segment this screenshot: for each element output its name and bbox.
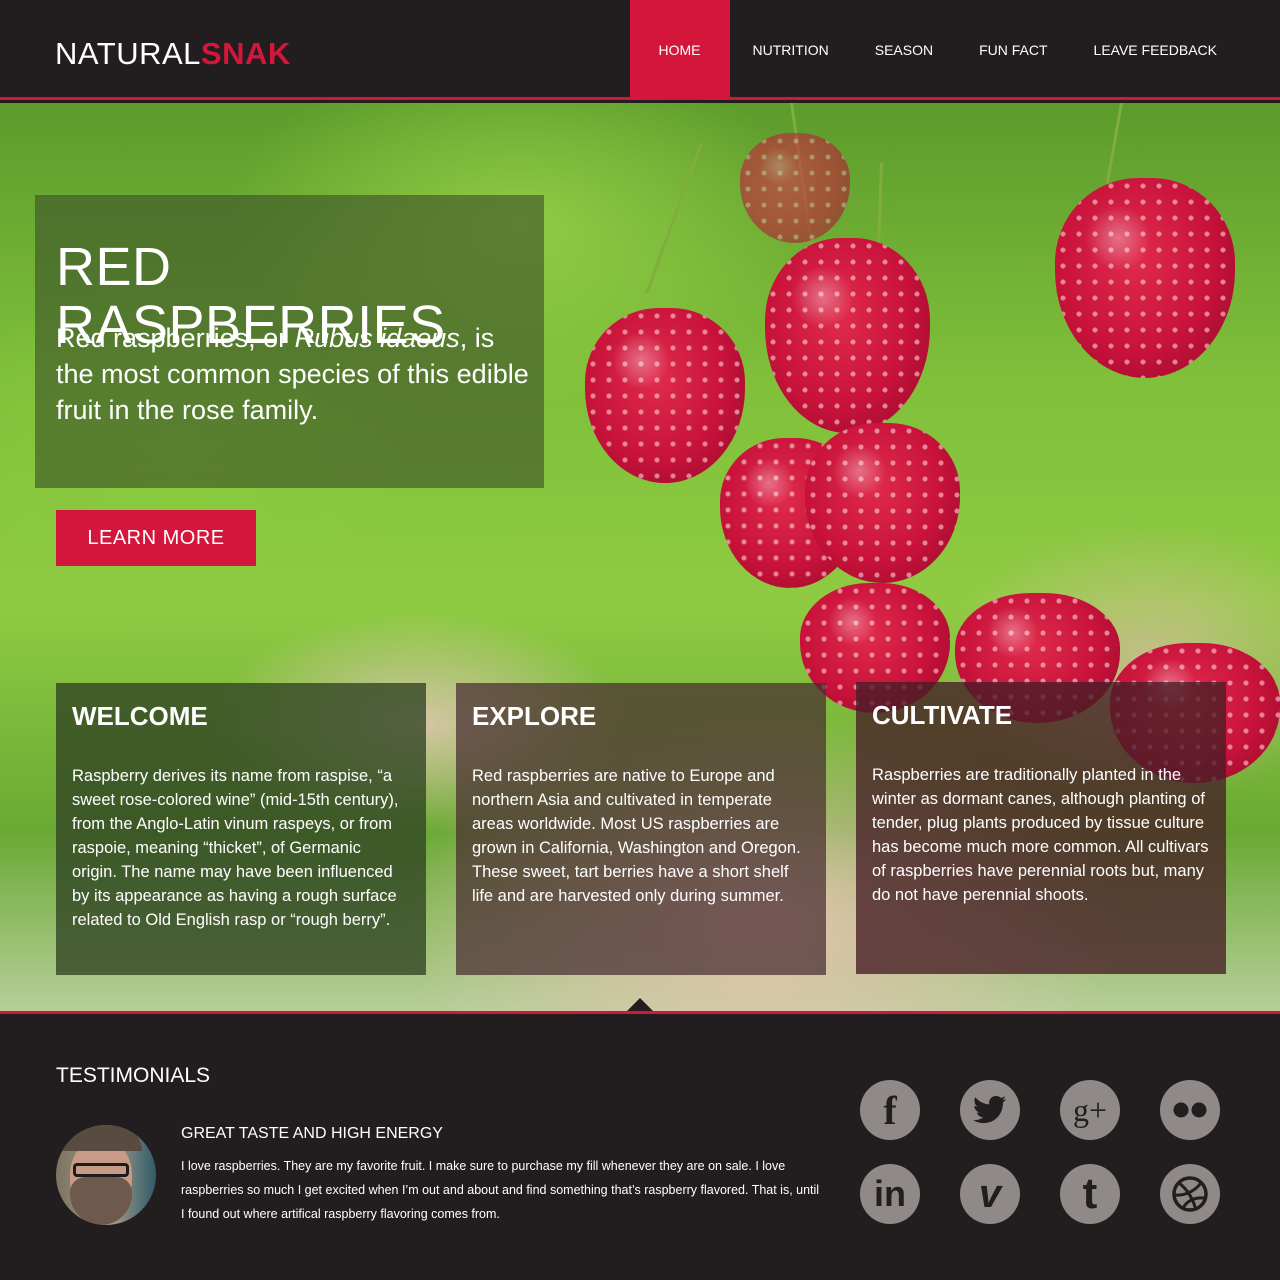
main-nav: HOME NUTRITION SEASON FUN FACT LEAVE FEE… bbox=[629, 0, 1240, 100]
hero-description-latin-name: Rubus idaeus bbox=[294, 323, 460, 353]
hero-text-panel: RED RASPBERRIES Red raspberries, or Rubu… bbox=[35, 195, 544, 488]
cultivate-card: CULTIVATE Raspberries are traditionally … bbox=[856, 682, 1226, 974]
raspberry-image bbox=[765, 238, 930, 433]
section-pointer bbox=[626, 998, 654, 1012]
site-header: NATURALSNAK HOME NUTRITION SEASON FUN FA… bbox=[0, 0, 1280, 100]
berry-stem bbox=[1104, 103, 1123, 192]
explore-card-text: Red raspberries are native to Europe and… bbox=[472, 767, 801, 905]
avatar bbox=[56, 1125, 156, 1225]
vimeo-icon[interactable]: v bbox=[960, 1164, 1020, 1224]
testimonials-heading: TESTIMONIALS bbox=[56, 1064, 211, 1087]
nav-season[interactable]: SEASON bbox=[852, 0, 956, 100]
testimonial-text: I love raspberries. They are my favorite… bbox=[181, 1159, 820, 1221]
raspberry-image bbox=[1055, 178, 1235, 378]
nav-leave-feedback[interactable]: LEAVE FEEDBACK bbox=[1071, 0, 1240, 100]
google-plus-icon[interactable]: g+ bbox=[1060, 1080, 1120, 1140]
nav-nutrition[interactable]: NUTRITION bbox=[730, 0, 852, 100]
learn-more-button[interactable]: LEARN MORE bbox=[56, 510, 256, 566]
facebook-icon[interactable]: f bbox=[860, 1080, 920, 1140]
linkedin-icon[interactable]: in bbox=[860, 1164, 920, 1224]
raspberry-image bbox=[585, 308, 745, 483]
raspberry-image bbox=[805, 423, 960, 583]
testimonial-title: GREAT TASTE AND HIGH ENERGY bbox=[181, 1125, 443, 1142]
brand-logo[interactable]: NATURALSNAK bbox=[55, 36, 291, 72]
explore-card-title: EXPLORE bbox=[472, 701, 597, 731]
berry-stem bbox=[645, 142, 703, 294]
dribbble-icon[interactable] bbox=[1160, 1164, 1220, 1224]
hero-banner: RED RASPBERRIES Red raspberries, or Rubu… bbox=[0, 103, 1280, 1013]
flickr-icon[interactable] bbox=[1160, 1080, 1220, 1140]
hero-description: Red raspberries, or Rubus idaeus, is the… bbox=[56, 320, 536, 428]
welcome-card-text: Raspberry derives its name from raspise,… bbox=[72, 767, 399, 929]
tumblr-icon[interactable]: t bbox=[1060, 1164, 1120, 1224]
brand-logo-part2: SNAK bbox=[200, 36, 291, 71]
raspberry-image bbox=[740, 133, 850, 243]
explore-card: EXPLORE Red raspberries are native to Eu… bbox=[456, 683, 826, 975]
cultivate-card-title: CULTIVATE bbox=[872, 700, 1013, 730]
hero-description-start: Red raspberries, or bbox=[56, 323, 295, 353]
section-divider bbox=[0, 1011, 1280, 1014]
welcome-card-title: WELCOME bbox=[72, 701, 208, 731]
nav-fun-fact[interactable]: FUN FACT bbox=[956, 0, 1070, 100]
cultivate-card-text: Raspberries are traditionally planted in… bbox=[872, 766, 1209, 904]
brand-logo-part1: NATURAL bbox=[55, 36, 201, 71]
nav-home[interactable]: HOME bbox=[629, 0, 730, 100]
twitter-icon[interactable] bbox=[960, 1080, 1020, 1140]
welcome-card: WELCOME Raspberry derives its name from … bbox=[56, 683, 426, 975]
